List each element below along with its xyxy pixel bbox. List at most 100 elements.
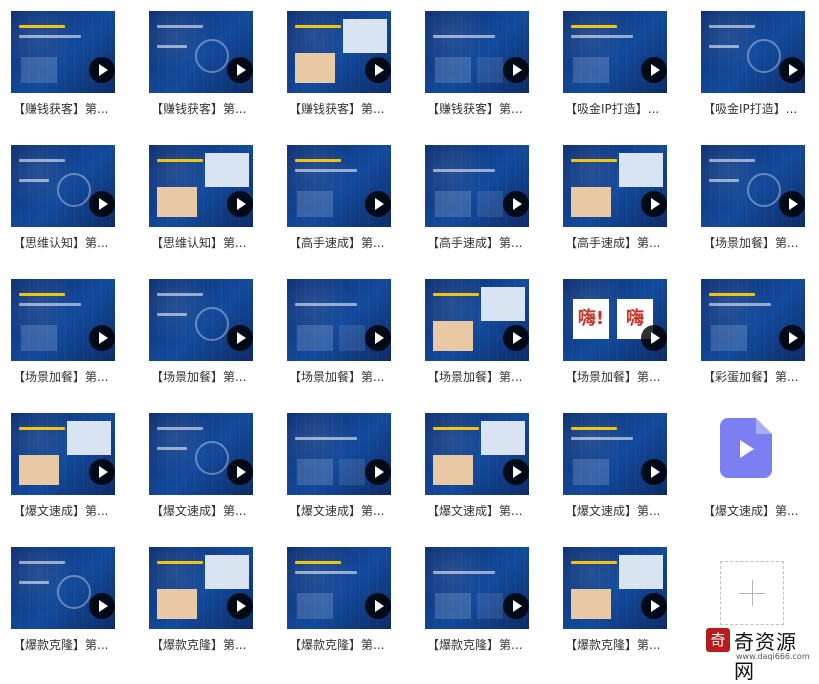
thumbnail-graphic [477, 57, 503, 83]
video-thumbnail [425, 11, 529, 93]
thumbnail-graphic [435, 191, 471, 217]
play-icon[interactable] [227, 191, 253, 217]
video-file-item[interactable]: 【场景加餐】第... [276, 268, 402, 390]
video-file-item[interactable]: 【场景加餐】第... [414, 268, 540, 390]
video-file-item[interactable]: 【爆款克隆】第... [0, 536, 126, 658]
play-icon[interactable] [227, 593, 253, 619]
file-name-label: 【赚钱获客】第... [289, 102, 385, 116]
video-file-item[interactable]: 【爆款克隆】第... [138, 536, 264, 658]
thumbnail-graphic [571, 25, 617, 28]
thumbnail-graphic [433, 455, 473, 485]
video-file-item[interactable]: 【场景加餐】第... [690, 134, 816, 256]
play-icon[interactable] [365, 593, 391, 619]
video-thumbnail [11, 279, 115, 361]
play-icon[interactable] [503, 57, 529, 83]
play-icon[interactable] [365, 459, 391, 485]
play-icon[interactable] [227, 325, 253, 351]
play-icon[interactable] [89, 191, 115, 217]
video-file-icon [720, 418, 772, 478]
video-file-item[interactable]: 【爆文速成】第... [0, 402, 126, 524]
video-file-item[interactable]: 【爆款克隆】第... [414, 536, 540, 658]
thumbnail-graphic [157, 447, 187, 450]
file-name-label: 【高手速成】第... [565, 236, 661, 250]
video-file-item[interactable]: 【彩蛋加餐】第... [690, 268, 816, 390]
play-icon[interactable] [641, 325, 667, 351]
file-name-label: 【爆文速成】第... [427, 504, 523, 518]
video-file-item[interactable]: 【爆文速成】第... [552, 402, 678, 524]
file-name-label: 【吸金IP打造】... [565, 102, 660, 116]
play-icon[interactable] [365, 325, 391, 351]
thumbnail-graphic [481, 287, 525, 321]
file-name-label: 【爆款克隆】第... [13, 638, 109, 652]
play-icon[interactable] [227, 459, 253, 485]
video-file-item[interactable]: 【爆款克隆】第... [276, 536, 402, 658]
video-thumbnail [149, 547, 253, 629]
video-thumbnail [11, 413, 115, 495]
play-icon[interactable] [641, 593, 667, 619]
thumbnail-graphic [709, 25, 755, 28]
play-icon[interactable] [365, 191, 391, 217]
play-icon[interactable] [779, 191, 805, 217]
play-icon[interactable] [89, 57, 115, 83]
video-thumbnail [149, 145, 253, 227]
video-file-item[interactable]: 【高手速成】第... [414, 134, 540, 256]
video-file-item[interactable]: 嗨! 嗨【场景加餐】第... [552, 268, 678, 390]
file-name-label: 【赚钱获客】第... [427, 102, 523, 116]
play-icon[interactable] [779, 57, 805, 83]
video-thumbnail [287, 145, 391, 227]
video-file-item[interactable]: 【高手速成】第... [276, 134, 402, 256]
file-name-label: 【场景加餐】第... [13, 370, 109, 384]
thumbnail-graphic [573, 459, 609, 485]
video-file-item[interactable]: 【爆文速成】第... [276, 402, 402, 524]
video-file-item[interactable]: 【吸金IP打造】... [552, 0, 678, 122]
play-icon[interactable] [503, 459, 529, 485]
video-file-item[interactable]: 【思维认知】第... [138, 134, 264, 256]
thumbnail-graphic [205, 153, 249, 187]
watermark-logo: 奇 奇资源网 www.daqi666.com [706, 626, 816, 683]
file-name-label: 【赚钱获客】第... [13, 102, 109, 116]
video-file-item[interactable]: 【思维认知】第... [0, 134, 126, 256]
video-thumbnail [563, 413, 667, 495]
video-file-item[interactable]: 【赚钱获客】第... [138, 0, 264, 122]
file-name-label: 【思维认知】第... [151, 236, 247, 250]
thumbnail-graphic [157, 313, 187, 316]
thumbnail-graphic [573, 57, 609, 83]
thumbnail-graphic [297, 593, 333, 619]
video-file-item[interactable]: 【爆文速成】第... [690, 402, 816, 524]
play-icon[interactable] [365, 57, 391, 83]
play-icon[interactable] [89, 325, 115, 351]
video-file-item[interactable]: 【赚钱获客】第... [414, 0, 540, 122]
file-name-label: 【场景加餐】第... [151, 370, 247, 384]
play-icon[interactable] [641, 459, 667, 485]
file-name-label: 【场景加餐】第... [427, 370, 523, 384]
play-icon[interactable] [779, 325, 805, 351]
video-file-item[interactable]: 【场景加餐】第... [138, 268, 264, 390]
video-file-item[interactable]: 【高手速成】第... [552, 134, 678, 256]
video-file-item[interactable]: 【爆文速成】第... [138, 402, 264, 524]
thumbnail-graphic: 嗨! [573, 299, 609, 339]
play-icon[interactable] [503, 191, 529, 217]
add-file-button[interactable] [720, 561, 784, 625]
video-file-item[interactable]: 【赚钱获客】第... [0, 0, 126, 122]
video-file-item[interactable]: 【爆文速成】第... [414, 402, 540, 524]
thumbnail-graphic [571, 561, 617, 564]
thumbnail-graphic [19, 25, 65, 28]
thumbnail-graphic [433, 35, 495, 38]
play-icon[interactable] [641, 57, 667, 83]
video-thumbnail [287, 547, 391, 629]
video-thumbnail [701, 279, 805, 361]
video-file-item[interactable]: 【赚钱获客】第... [276, 0, 402, 122]
play-icon[interactable] [89, 593, 115, 619]
thumbnail-graphic [433, 571, 495, 574]
thumbnail-graphic [21, 57, 57, 83]
play-icon[interactable] [89, 459, 115, 485]
video-thumbnail [425, 413, 529, 495]
video-file-item[interactable]: 【场景加餐】第... [0, 268, 126, 390]
play-icon[interactable] [503, 593, 529, 619]
play-icon[interactable] [503, 325, 529, 351]
play-icon[interactable] [641, 191, 667, 217]
thumbnail-graphic [19, 561, 65, 564]
video-file-item[interactable]: 【吸金IP打造】... [690, 0, 816, 122]
video-file-item[interactable]: 【爆款克隆】第... [552, 536, 678, 658]
play-icon[interactable] [227, 57, 253, 83]
